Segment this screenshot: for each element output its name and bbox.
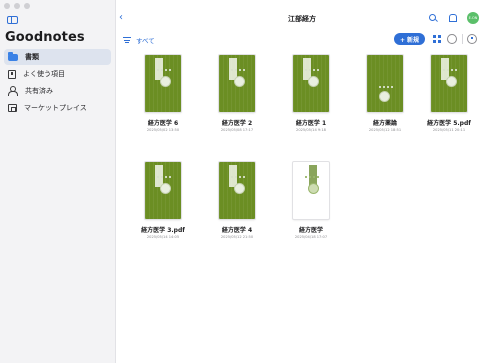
notebook-cover[interactable] (219, 55, 255, 112)
sidebar-item-label: 共有済み (25, 87, 53, 95)
notebook-title: 経方医学 4 (221, 227, 253, 234)
notebook-title: 経方医学 6 (147, 120, 179, 127)
new-button[interactable]: + 新規 (394, 33, 425, 45)
notebook-title: 経方薬論 (372, 120, 397, 127)
bookmark-icon (8, 69, 16, 79)
sidebar-item-marketplace[interactable]: マーケットプレイス (4, 100, 111, 116)
notebook-cover[interactable] (219, 162, 255, 219)
store-icon (8, 104, 17, 112)
notebook-date: 2025/05/11 20:11 (432, 128, 466, 132)
notebook-title: 経方医学 (298, 227, 323, 234)
window-controls (4, 3, 30, 9)
notebook-cover[interactable] (145, 55, 181, 112)
more-icon[interactable] (447, 32, 457, 44)
bell-icon[interactable] (447, 13, 457, 23)
sidebar-toggle-icon[interactable] (7, 16, 18, 24)
sidebar-item-label: 書類 (25, 53, 39, 61)
upload-icon[interactable] (467, 34, 477, 44)
notebook-date: 2025/05/12 18:51 (368, 128, 402, 132)
filter-label: すべて (136, 37, 155, 45)
sidebar-nav: 書類 よく使う項目 共有済み マーケットプレイス (4, 49, 111, 117)
notebook-title: 経方医学 3.pdf (141, 227, 185, 234)
toolbar-divider (462, 34, 463, 44)
folder-icon (8, 52, 18, 61)
notebook-date: 2025/05/02 13:50 (146, 128, 180, 132)
sidebar: Goodnotes 書類 よく使う項目 共有済み マーケットプレイス (0, 0, 116, 363)
grid-view-icon[interactable] (433, 35, 443, 45)
notebook-item[interactable]: 経方医学 2 2025/05/08 17:17 (200, 55, 274, 132)
notebook-date: 2025/05/12 21:50 (220, 235, 254, 239)
notebook-title: 経方医学 5.pdf (427, 120, 471, 127)
notebook-cover[interactable] (367, 55, 403, 112)
minimize-window-button[interactable] (14, 3, 20, 9)
filter-icon (123, 37, 131, 43)
notebook-date: 2025/05/14 9:18 (296, 128, 326, 132)
main-content: ‹ 江部経方 E.ON すべて + 新規 経方医学 6 2025/05/02 1… (116, 0, 488, 363)
zoom-window-button[interactable] (24, 3, 30, 9)
notebook-cover[interactable] (431, 55, 467, 112)
notebook-title: 経方医学 1 (295, 120, 327, 127)
sidebar-item-documents[interactable]: 書類 (4, 49, 111, 65)
notebook-item[interactable]: 経方薬論 2025/05/12 18:51 (348, 55, 422, 132)
notebook-item[interactable]: 経方医学 5.pdf 2025/05/11 20:11 (412, 55, 486, 132)
search-icon[interactable] (428, 13, 438, 23)
notebook-item[interactable]: 経方医学 3.pdf 2025/05/14 14:05 (126, 162, 200, 239)
sidebar-item-favorites[interactable]: よく使う項目 (4, 66, 111, 82)
notebook-cover[interactable] (293, 162, 329, 219)
notebook-item[interactable]: 経方医学 2025/04/18 17:07 (274, 162, 348, 239)
filter-button[interactable]: すべて (123, 35, 155, 45)
notebook-date: 2025/05/14 14:05 (146, 235, 180, 239)
notebook-item[interactable]: 経方医学 4 2025/05/12 21:50 (200, 162, 274, 239)
sidebar-item-label: よく使う項目 (23, 70, 65, 78)
avatar[interactable]: E.ON (467, 12, 479, 24)
notebook-title: 経方医学 2 (221, 120, 253, 127)
notebook-cover[interactable] (145, 162, 181, 219)
notebook-date: 2025/05/08 17:17 (220, 128, 254, 132)
notebook-item[interactable]: 経方医学 1 2025/05/14 9:18 (274, 55, 348, 132)
notebook-item[interactable]: 経方医学 6 2025/05/02 13:50 (126, 55, 200, 132)
close-window-button[interactable] (4, 3, 10, 9)
notebook-cover[interactable] (293, 55, 329, 112)
sidebar-item-label: マーケットプレイス (24, 104, 87, 112)
sidebar-item-shared[interactable]: 共有済み (4, 83, 111, 99)
notebook-date: 2025/04/18 17:07 (294, 235, 328, 239)
people-icon (8, 86, 18, 96)
app-title: Goodnotes (5, 30, 85, 45)
